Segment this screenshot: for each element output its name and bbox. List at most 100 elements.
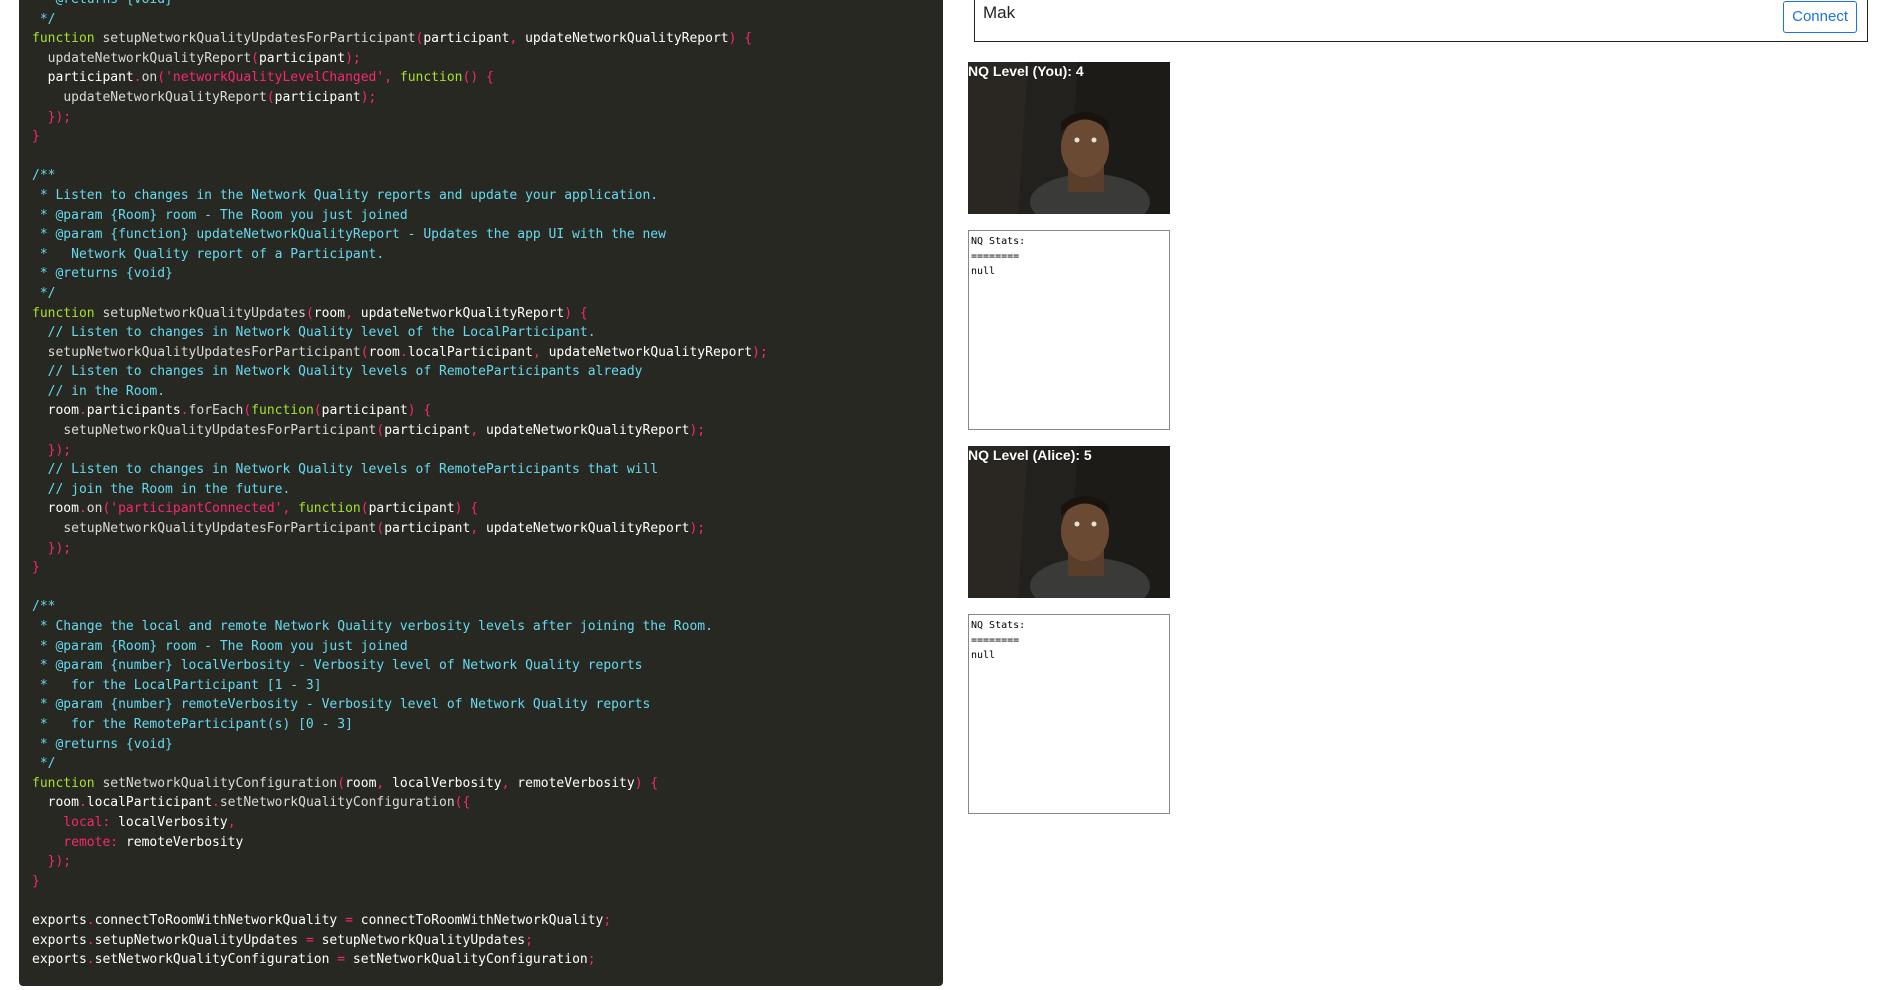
code-line: // Listen to changes in Network Quality …	[32, 323, 768, 343]
code-line: * @returns {void}	[32, 0, 768, 10]
code-token: * @param {number} remoteVerbosity - Verb…	[32, 697, 651, 713]
code-token: ) {	[634, 775, 659, 791]
code-token: /**	[32, 599, 56, 615]
code-token: // join the Room in the future.	[32, 481, 291, 497]
code-line: * @returns {void}	[32, 735, 768, 755]
code-token: ,	[509, 31, 526, 47]
code-line: * @param {function} updateNetworkQuality…	[32, 225, 768, 245]
code-line: setupNetworkQualityUpdatesForParticipant…	[32, 421, 768, 441]
code-block: * @returns {void} */ function setupNetwor…	[32, 0, 768, 970]
code-token: ,	[470, 521, 486, 537]
code-line: exports.setNetworkQualityConfiguration =…	[32, 950, 768, 970]
code-token: * Change the local and remote Network Qu…	[32, 619, 713, 634]
code-line: setupNetworkQualityUpdatesForParticipant…	[32, 519, 768, 539]
code-token: (	[313, 403, 322, 419]
code-token: () {	[462, 70, 494, 86]
code-token: });	[32, 854, 72, 870]
code-token: localVerbosity	[118, 814, 228, 830]
code-token: participant	[321, 403, 408, 419]
code-line: * @param {number} remoteVerbosity - Verb…	[32, 695, 768, 715]
code-line: // join the Room in the future.	[32, 480, 768, 500]
code-token: localVerbosity	[392, 775, 502, 791]
code-line: * Listen to changes in the Network Quali…	[32, 186, 768, 206]
code-token: setupNetworkQualityUpdatesForParticipant	[47, 344, 361, 360]
code-token: */	[32, 11, 56, 27]
code-line: local: localVerbosity,	[32, 813, 768, 833]
code-token: });	[32, 109, 72, 125]
code-token: // in the Room.	[32, 383, 166, 399]
nq-level-label: NQ Level (Alice): 5	[968, 447, 1092, 463]
code-line: setupNetworkQualityUpdatesForParticipant…	[32, 343, 768, 363]
code-token: }	[32, 560, 40, 576]
code-token: exports	[32, 932, 87, 948]
code-token: .	[78, 501, 87, 517]
code-token: * @returns {void}	[32, 736, 173, 752]
code-line: * Network Quality report of a Participan…	[32, 245, 768, 265]
code-line: exports.setupNetworkQualityUpdates = set…	[32, 931, 768, 951]
code-token: .	[78, 795, 87, 811]
code-token: updateNetworkQualityReport	[63, 89, 267, 105]
code-line: remote: remoteVerbosity	[32, 833, 768, 853]
code-token: function	[298, 501, 361, 517]
code-token: */	[32, 756, 56, 772]
code-line: room.on ('participantConnected', function…	[32, 499, 768, 519]
code-token: participant	[47, 70, 134, 86]
code-token: .	[399, 344, 408, 360]
code-token: exports	[32, 912, 87, 928]
code-token: room	[368, 344, 400, 360]
code-token: (	[360, 501, 369, 517]
code-token: setNetworkQualityConfiguration	[94, 952, 330, 968]
code-token: ;	[603, 912, 612, 928]
code-token: ,	[227, 814, 236, 830]
code-line: * @returns {void}	[32, 264, 768, 284]
code-line: * @param {number} localVerbosity - Verbo…	[32, 656, 768, 676]
code-token: (	[266, 89, 275, 105]
code-token: updateNetworkQualityReport	[548, 344, 753, 360]
code-token: =	[298, 932, 322, 948]
code-line: * @param {Room} room - The Room you just…	[32, 637, 768, 657]
code-token: connectToRoomWithNetworkQuality	[360, 912, 604, 928]
code-token: * Network Quality report of a Participan…	[32, 246, 385, 262]
code-token: .	[78, 403, 87, 419]
code-token: ) {	[728, 31, 753, 47]
code-token: setNetworkQualityConfiguration	[219, 795, 455, 811]
code-token: updateNetworkQualityReport	[47, 50, 252, 66]
code-token: * @param {function} updateNetworkQuality…	[32, 227, 666, 243]
code-line: }	[32, 127, 768, 147]
code-line: room.participants.forEach(function(parti…	[32, 401, 768, 421]
code-token: exports	[32, 952, 87, 968]
code-token: * @param {number} localVerbosity - Verbo…	[32, 658, 643, 674]
code-token: .	[180, 403, 189, 419]
code-token: updateNetworkQualityReport	[485, 423, 690, 439]
code-line: */	[32, 284, 768, 304]
code-line: /**	[32, 166, 768, 186]
code-line: // Listen to changes in Network Quality …	[32, 460, 768, 480]
code-panel: * @returns {void} */ function setupNetwor…	[19, 0, 943, 986]
code-token: on	[86, 501, 103, 517]
connect-button[interactable]: Connect	[1783, 1, 1857, 33]
code-token: setupNetworkQualityUpdatesForParticipant	[63, 423, 377, 439]
code-token: // Listen to changes in Network Quality …	[32, 325, 596, 341]
code-line: function setupNetworkQualityUpdates(room…	[32, 304, 768, 324]
code-token: .	[133, 70, 142, 86]
code-token: function	[32, 775, 95, 791]
code-token: updateNetworkQualityReport	[360, 305, 565, 321]
remote-video-tile: NQ Level (Alice): 5	[968, 446, 1170, 598]
code-line: * @param {Room} room - The Room you just…	[32, 206, 768, 226]
code-token: room	[345, 775, 377, 791]
code-token: local:	[63, 814, 111, 830]
code-token: =	[337, 912, 361, 928]
code-token: participants	[86, 403, 181, 419]
code-token: .	[86, 912, 95, 928]
name-input[interactable]	[983, 1, 1763, 25]
